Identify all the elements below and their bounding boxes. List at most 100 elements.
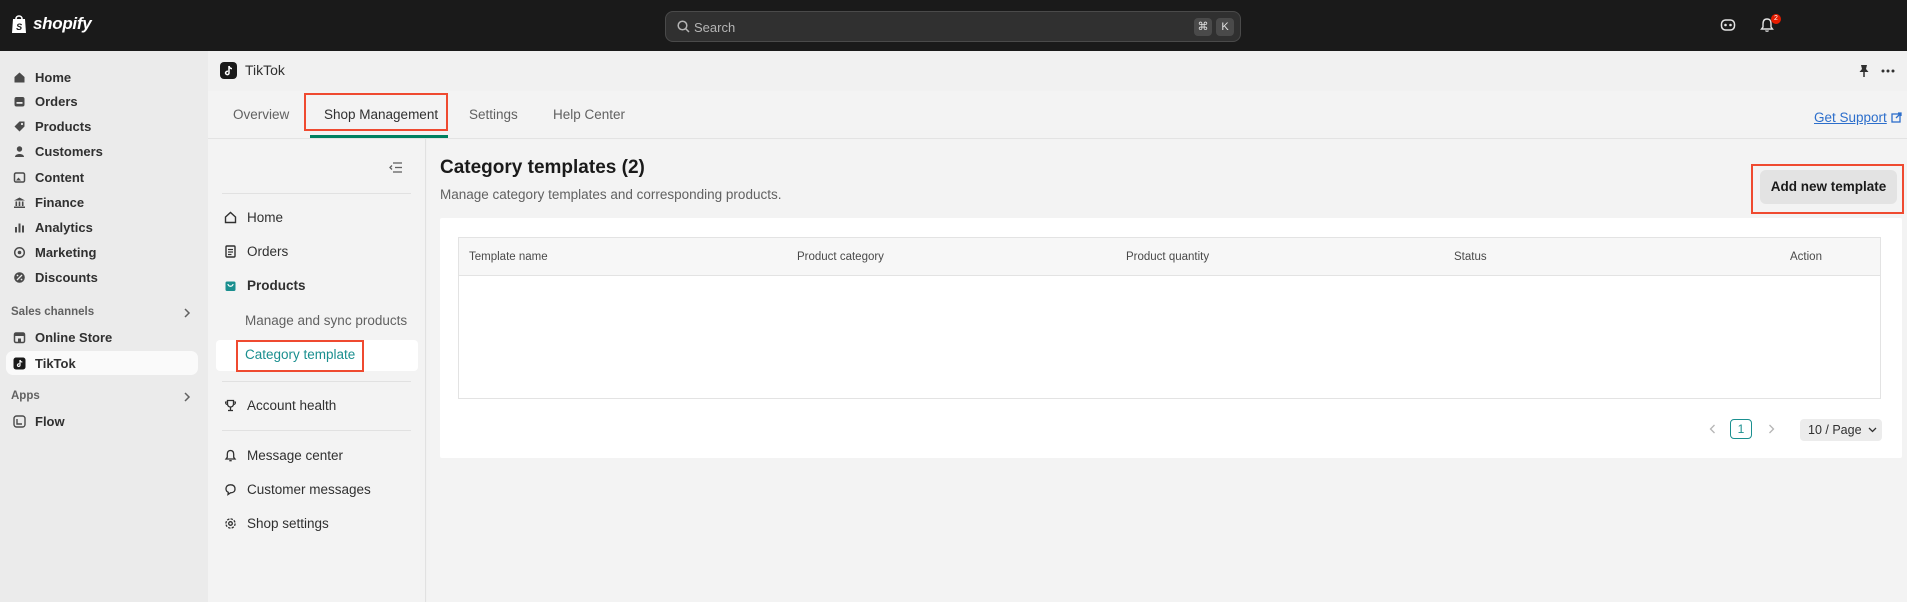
inbox-icon <box>14 96 25 106</box>
tab-shop-management[interactable]: Shop Management <box>324 107 438 122</box>
previous-page-button[interactable] <box>1701 419 1723 439</box>
bank-icon <box>14 197 25 208</box>
chat-bubble-icon <box>225 484 236 496</box>
clipboard-icon <box>225 245 236 258</box>
chevron-right-icon[interactable] <box>183 308 191 318</box>
tab-help-center[interactable]: Help Center <box>553 107 625 122</box>
brand-name: shopify <box>33 14 92 33</box>
nav-item-label: Orders <box>35 93 78 109</box>
templates-table: Template name Product category Product q… <box>458 237 1881 399</box>
subnav-item-orders[interactable]: Orders <box>224 244 288 259</box>
column-header-product-quantity: Product quantity <box>1126 251 1210 263</box>
tab-overview[interactable]: Overview <box>233 107 289 122</box>
app-title: TikTok <box>245 62 285 78</box>
collapse-menu-icon[interactable] <box>389 162 402 173</box>
subnav-item-category-template[interactable]: Category template <box>245 347 355 362</box>
sidebar-divider <box>222 381 411 382</box>
subnav-item-label: Message center <box>247 448 344 463</box>
nav-item-label: Analytics <box>35 219 93 235</box>
search-bar[interactable]: Search ⌘ K <box>665 11 1241 42</box>
shopify-logo[interactable]: S shopify <box>10 14 92 34</box>
external-link-icon <box>1891 112 1902 123</box>
sidekick-icon[interactable] <box>1720 17 1736 33</box>
table-header: Template name Product category Product q… <box>459 238 1880 276</box>
tab-settings[interactable]: Settings <box>469 107 518 122</box>
nav-item-marketing[interactable]: Marketing <box>6 240 198 264</box>
page-title: Category templates (2) <box>440 157 645 178</box>
subnav-item-label: Customer messages <box>247 482 371 497</box>
svg-text:S: S <box>16 22 22 32</box>
nav-item-tiktok[interactable]: TikTok <box>6 351 198 375</box>
nav-item-online-store[interactable]: Online Store <box>6 325 198 349</box>
nav-item-label: Customers <box>35 143 103 159</box>
person-icon <box>15 145 24 157</box>
apps-heading: Apps <box>11 390 40 402</box>
tag-icon <box>14 121 25 131</box>
subnav-item-label: Orders <box>247 244 289 259</box>
chevron-down-icon <box>1868 427 1876 433</box>
nav-item-home[interactable]: Home <box>6 65 198 89</box>
get-support-link[interactable]: Get Support <box>1814 110 1902 125</box>
flow-icon <box>13 414 26 428</box>
chevron-left-icon <box>1709 424 1715 434</box>
sales-channels-heading: Sales channels <box>11 306 95 318</box>
subnav-item-customer-messages[interactable]: Customer messages <box>224 482 371 497</box>
shortcut-k-key: K <box>1216 18 1234 36</box>
subnav-item-label: Products <box>247 278 306 293</box>
main-navigation: Home Orders Products Customers Content F… <box>0 51 208 602</box>
add-new-template-button[interactable]: Add new template <box>1760 170 1897 204</box>
shortcut-cmd-key: ⌘ <box>1194 18 1212 36</box>
subnav-item-home[interactable]: Home <box>224 210 283 225</box>
current-page-button[interactable]: 1 <box>1730 419 1752 439</box>
active-tab-indicator <box>310 135 448 138</box>
subnav-item-products[interactable]: Products <box>224 278 306 293</box>
nav-item-flow[interactable]: Flow <box>6 409 198 433</box>
get-support-label: Get Support <box>1814 110 1887 125</box>
nav-item-label: Finance <box>35 194 85 210</box>
search-placeholder: Search <box>694 20 736 35</box>
nav-item-label: Home <box>35 69 72 85</box>
target-icon <box>13 246 26 258</box>
nav-item-discounts[interactable]: Discounts <box>6 265 198 289</box>
column-header-status: Status <box>1454 251 1487 263</box>
subnav-item-manage-sync-products[interactable]: Manage and sync products <box>245 313 407 328</box>
page-size-select[interactable]: 10 / Page <box>1800 419 1882 441</box>
shopping-bag-icon <box>225 281 236 291</box>
store-icon <box>13 331 26 343</box>
subnav-item-label: Shop settings <box>247 516 329 531</box>
more-options-icon[interactable] <box>1881 69 1895 73</box>
nav-item-label: TikTok <box>35 355 76 371</box>
gear-icon <box>225 518 236 529</box>
nav-item-label: Content <box>35 169 85 185</box>
nav-item-label: Marketing <box>35 244 97 260</box>
tiktok-app-icon <box>220 62 237 79</box>
column-header-action: Action <box>1790 251 1822 263</box>
nav-item-orders[interactable]: Orders <box>6 89 198 113</box>
nav-item-finance[interactable]: Finance <box>6 190 198 214</box>
page-size-value: 10 / Page <box>1808 423 1862 437</box>
nav-item-label: Online Store <box>35 329 113 345</box>
pin-icon[interactable] <box>1858 64 1870 78</box>
bar-chart-icon <box>15 223 24 232</box>
subnav-item-shop-settings[interactable]: Shop settings <box>224 516 329 531</box>
nav-item-customers[interactable]: Customers <box>6 139 198 163</box>
nav-item-label: Flow <box>35 413 65 429</box>
bell-outline-icon <box>224 449 237 462</box>
app-header <box>208 51 1907 91</box>
image-icon <box>13 171 26 183</box>
home-outline-icon <box>224 211 237 224</box>
subnav-item-account-health[interactable]: Account health <box>224 398 336 413</box>
chevron-right-icon <box>1768 424 1774 434</box>
home-icon <box>14 72 25 82</box>
page-subtitle: Manage category templates and correspond… <box>440 187 782 202</box>
nav-item-content[interactable]: Content <box>6 165 198 189</box>
nav-item-products[interactable]: Products <box>6 114 198 138</box>
nav-item-analytics[interactable]: Analytics <box>6 215 198 239</box>
discount-icon <box>14 271 25 283</box>
subnav-item-message-center[interactable]: Message center <box>224 448 343 463</box>
chevron-right-icon[interactable] <box>183 392 191 402</box>
sidebar-divider <box>222 193 411 194</box>
trophy-icon <box>224 399 237 412</box>
next-page-button[interactable] <box>1760 419 1782 439</box>
nav-item-label: Discounts <box>35 269 98 285</box>
